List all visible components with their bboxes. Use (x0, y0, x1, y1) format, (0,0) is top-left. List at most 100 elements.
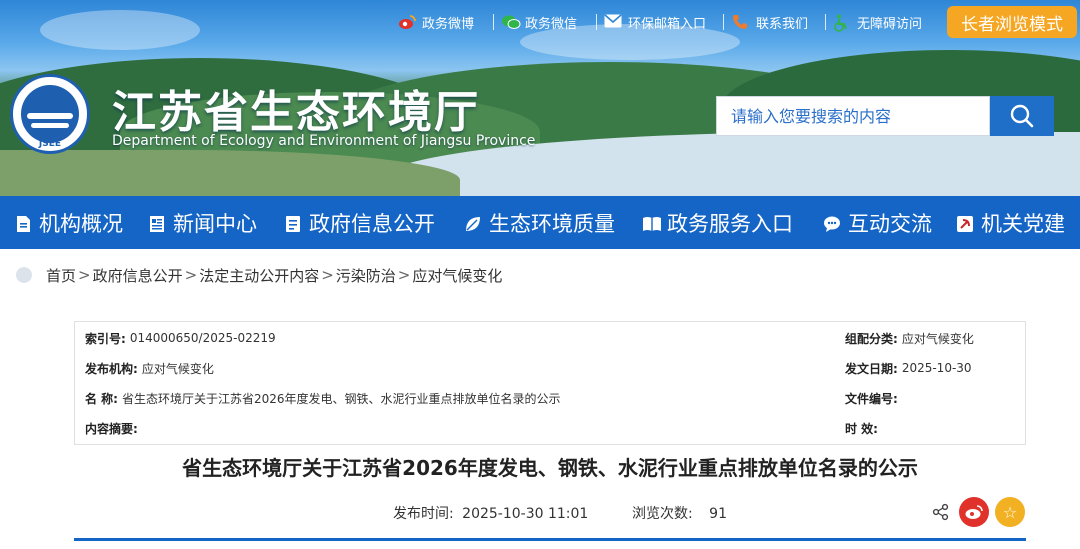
weibo-link[interactable]: 政务微博 (398, 13, 475, 32)
nav-label: 机关党建 (981, 211, 1065, 236)
document-info-table: 索引号: 014000650/2025-02219 组配分类: 应对气候变化 发… (74, 321, 1026, 445)
header-banner: 政务微博 政务微信 环保邮箱入口 联系我们 无障碍访问 长者浏览模式 JSEE … (0, 0, 1080, 196)
info-abstract: 内容摘要: (85, 418, 142, 438)
separator (825, 14, 826, 30)
chat-icon (823, 214, 841, 232)
publish-time-label: 发布时间: (393, 506, 454, 522)
info-label: 发文日期: (845, 361, 898, 376)
nav-label: 政府信息公开 (309, 211, 435, 236)
search-icon (1010, 104, 1034, 128)
nav-item-services[interactable]: 政务服务入口 (642, 196, 793, 249)
newspaper-icon (148, 214, 166, 232)
nav-label: 生态环境质量 (489, 211, 615, 236)
view-count: 浏览次数: 91 (632, 503, 727, 523)
info-value: 应对气候变化 (141, 361, 214, 376)
info-value: 应对气候变化 (901, 331, 974, 346)
accessibility-link-label: 无障碍访问 (857, 16, 923, 32)
info-label: 内容摘要: (85, 421, 138, 436)
party-emblem-icon (956, 214, 974, 232)
nav-item-organization[interactable]: 机构概况 (14, 196, 123, 249)
breadcrumb-item[interactable]: 污染防治 (336, 265, 396, 286)
book-icon (642, 214, 661, 232)
nav-label: 新闻中心 (173, 211, 257, 236)
info-label: 索引号: (85, 331, 126, 346)
location-icon (16, 267, 32, 283)
logo-abbr: JSEE (38, 139, 62, 149)
search-button[interactable] (990, 96, 1054, 136)
breadcrumb-separator: > (397, 266, 411, 284)
department-logo: JSEE (10, 74, 90, 154)
breadcrumb-item[interactable]: 政府信息公开 (93, 265, 183, 286)
breadcrumb-home[interactable]: 首页 (46, 265, 76, 286)
search-input[interactable] (717, 97, 989, 135)
cloud (40, 10, 200, 50)
nav-item-env-quality[interactable]: 生态环境质量 (464, 196, 615, 249)
info-date: 发文日期: 2025-10-30 (845, 358, 972, 378)
weibo-icon (398, 14, 416, 30)
view-count-value: 91 (709, 506, 727, 522)
logo-wave (31, 123, 69, 128)
breadcrumb: 首页 > 政府信息公开 > 法定主动公开内容 > 污染防治 > 应对气候变化 (16, 258, 1080, 292)
nav-label: 机构概况 (39, 211, 123, 236)
nav-label: 政务服务入口 (667, 211, 793, 236)
main-nav: 机构概况 新闻中心 政府信息公开 生态环境质量 政务服务入口 互动交流 机关党建 (0, 196, 1080, 249)
mail-icon (604, 14, 622, 30)
info-validity: 时 效: (845, 418, 882, 438)
breadcrumb-separator: > (321, 266, 334, 284)
site-subtitle: Department of Ecology and Environment of… (112, 133, 536, 149)
search-box (716, 96, 990, 136)
breadcrumb-separator: > (78, 266, 91, 284)
star-icon: ☆ (1002, 502, 1018, 522)
separator (596, 14, 597, 30)
nav-label: 互动交流 (848, 211, 932, 236)
wheelchair-icon (833, 14, 851, 32)
share-icon[interactable] (932, 503, 950, 521)
info-document-icon (284, 214, 302, 232)
info-category: 组配分类: 应对气候变化 (845, 328, 974, 348)
mailbox-link[interactable]: 环保邮箱入口 (604, 13, 707, 32)
info-label: 时 效: (845, 421, 878, 436)
nav-item-interaction[interactable]: 互动交流 (823, 196, 932, 249)
site-title[interactable]: 江苏省生态环境厅 (112, 76, 480, 140)
wechat-link-label: 政务微信 (525, 16, 578, 32)
info-value: 省生态环境厅关于江苏省2026年度发电、钢铁、水泥行业重点排放单位名录的公示 (121, 391, 561, 406)
favorite-button[interactable]: ☆ (995, 497, 1025, 527)
info-label: 名 称: (85, 391, 118, 406)
weibo-icon (965, 505, 983, 519)
info-label: 文件编号: (845, 391, 898, 406)
publish-time-value: 2025-10-30 11:01 (462, 506, 589, 522)
share-weibo-button[interactable] (959, 497, 989, 527)
info-name: 名 称: 省生态环境厅关于江苏省2026年度发电、钢铁、水泥行业重点排放单位名录… (85, 388, 561, 408)
nav-item-news[interactable]: 新闻中心 (148, 196, 257, 249)
info-value: 2025-10-30 (901, 361, 972, 375)
breadcrumb-item[interactable]: 法定主动公开内容 (199, 265, 319, 286)
info-docno: 文件编号: (845, 388, 902, 408)
info-publisher: 发布机构: 应对气候变化 (85, 358, 214, 378)
view-count-label: 浏览次数: (632, 506, 693, 522)
document-icon (14, 214, 32, 232)
nav-item-party[interactable]: 机关党建 (956, 196, 1065, 249)
contact-link[interactable]: 联系我们 (732, 13, 809, 32)
accessibility-link[interactable]: 无障碍访问 (833, 13, 923, 32)
article-title: 省生态环境厅关于江苏省2026年度发电、钢铁、水泥行业重点排放单位名录的公示 (182, 456, 918, 480)
breadcrumb-separator: > (184, 266, 198, 284)
contact-link-label: 联系我们 (756, 16, 809, 32)
separator (493, 14, 494, 30)
info-label: 组配分类: (845, 331, 898, 346)
info-index: 索引号: 014000650/2025-02219 (85, 328, 276, 348)
nav-item-gov-info[interactable]: 政府信息公开 (284, 196, 435, 249)
content-divider (74, 538, 1026, 541)
wechat-icon (501, 14, 521, 30)
mailbox-link-label: 环保邮箱入口 (628, 16, 707, 32)
info-label: 发布机构: (85, 361, 138, 376)
phone-icon (732, 14, 750, 30)
weibo-link-label: 政务微博 (422, 16, 475, 32)
publish-time: 发布时间: 2025-10-30 11:01 (393, 503, 588, 523)
separator (723, 14, 724, 30)
leaf-icon (464, 214, 482, 232)
info-value: 014000650/2025-02219 (129, 331, 276, 345)
breadcrumb-item[interactable]: 应对气候变化 (412, 265, 502, 286)
logo-wave (27, 113, 73, 119)
elder-mode-button[interactable]: 长者浏览模式 (947, 6, 1077, 38)
wechat-link[interactable]: 政务微信 (501, 13, 578, 32)
